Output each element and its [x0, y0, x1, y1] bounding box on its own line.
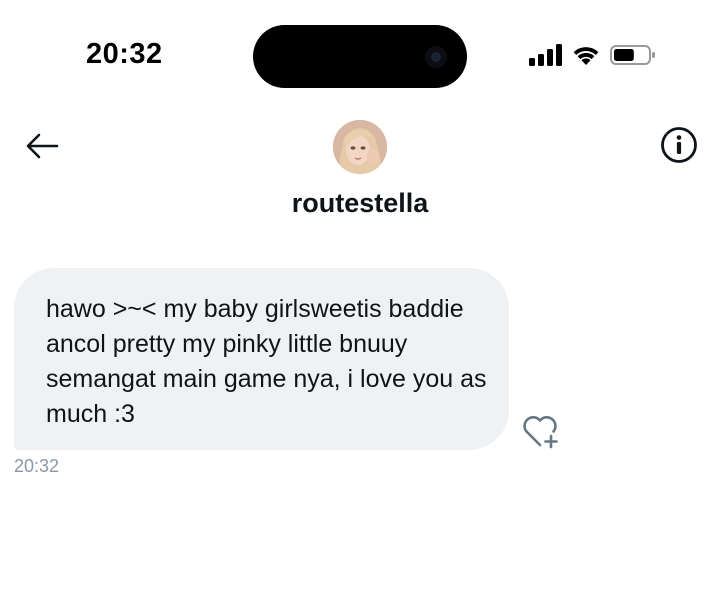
message-timestamp: 20:32 — [14, 456, 60, 476]
wifi-icon — [571, 44, 601, 71]
add-reaction-button[interactable] — [521, 412, 563, 450]
cellular-signal-icon — [529, 44, 562, 71]
status-bar-time: 20:32 — [86, 38, 163, 70]
info-button[interactable] — [660, 126, 698, 164]
profile-photo — [333, 120, 387, 174]
back-button[interactable] — [22, 126, 62, 166]
heart-plus-icon — [523, 416, 558, 449]
battery-icon — [610, 44, 656, 71]
avatar[interactable] — [333, 120, 387, 174]
message-bubble[interactable]: hawo >~< my baby girlsweetis baddie anco… — [14, 268, 509, 450]
conversation-username[interactable]: routestella — [0, 188, 720, 219]
info-circle-icon — [661, 127, 697, 163]
arrow-left-icon — [26, 133, 59, 159]
front-camera-icon — [425, 46, 447, 68]
dm-conversation-screen: 20:32 routestella hawo >~< my baby girls… — [0, 0, 720, 596]
dynamic-island — [253, 25, 467, 88]
message-text: hawo >~< my baby girlsweetis baddie anco… — [46, 295, 487, 428]
status-bar-icons — [529, 44, 656, 71]
